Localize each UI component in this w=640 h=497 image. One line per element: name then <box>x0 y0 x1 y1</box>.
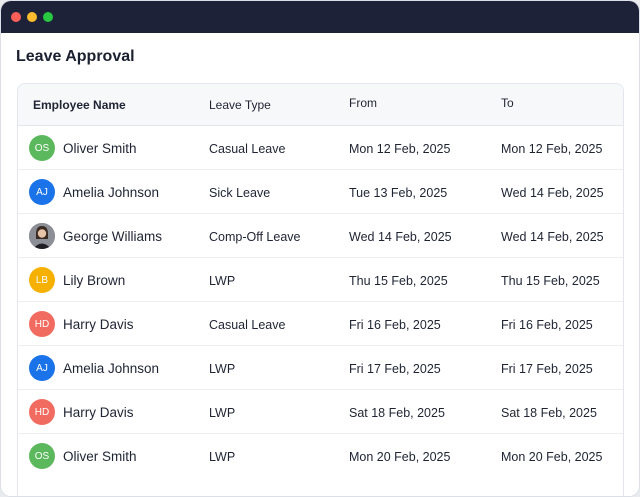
employee-cell: LB Lily Brown <box>29 267 125 293</box>
employee-name: Oliver Smith <box>63 140 137 156</box>
table-row[interactable]: AJ Amelia Johnson Sick Leave Tue 13 Feb, 20… <box>18 170 623 214</box>
from-date-cell: Wed 14 Feb, 2025 <box>349 230 452 244</box>
leave-type-cell: Casual Leave <box>209 142 286 156</box>
to-date-cell: Fri 17 Feb, 2025 <box>501 362 593 376</box>
table-row[interactable]: AJ Amelia Johnson LWP Fri 17 Feb, 2025 Fri 1… <box>18 346 623 390</box>
column-header-employee[interactable]: Employee Name <box>33 98 126 112</box>
avatar: OS <box>29 135 55 161</box>
leave-type-cell: LWP <box>209 406 236 420</box>
employee-name: Harry Davis <box>63 316 134 332</box>
employee-name: George Williams <box>63 228 163 244</box>
employee-cell: HD Harry Davis <box>29 311 134 337</box>
app-window: Leave Approval Employee Name Leave Type … <box>1 1 639 496</box>
from-date-cell: Sat 18 Feb, 2025 <box>349 406 445 420</box>
avatar: OS <box>29 443 55 469</box>
leave-type-cell: LWP <box>209 362 236 376</box>
leave-table: Employee Name Leave Type From To OS Olive… <box>17 83 624 496</box>
table-row[interactable]: OS Oliver Smith LWP Mon 20 Feb, 2025 Mon 20 … <box>18 434 623 478</box>
leave-type-cell: Casual Leave <box>209 318 286 332</box>
leave-type-cell: Sick Leave <box>209 186 271 200</box>
avatar: HD <box>29 399 55 425</box>
to-date-cell: Wed 14 Feb, 2025 <box>501 186 604 200</box>
to-date-cell: Mon 20 Feb, 2025 <box>501 450 603 464</box>
employee-name: Amelia Johnson <box>63 360 160 376</box>
table-row[interactable]: OS Oliver Smith Casual Leave Mon 12 Feb, 20… <box>18 126 623 170</box>
avatar: LB <box>29 267 55 293</box>
table-row[interactable]: George Williams Comp-Off Leave Wed 14 Feb,… <box>18 214 623 258</box>
from-date-cell: Fri 17 Feb, 2025 <box>349 362 441 376</box>
employee-cell: OS Oliver Smith <box>29 135 137 161</box>
table-row[interactable]: LB Lily Brown LWP Thu 15 Feb, 2025 Thu 15 Fe… <box>18 258 623 302</box>
column-header-leave-type[interactable]: Leave Type <box>209 98 271 112</box>
avatar: AJ <box>29 179 55 205</box>
to-date-cell: Thu 15 Feb, 2025 <box>501 274 600 288</box>
from-date-cell: Mon 20 Feb, 2025 <box>349 450 451 464</box>
from-date-cell: Fri 16 Feb, 2025 <box>349 318 441 332</box>
to-date-cell: Mon 12 Feb, 2025 <box>501 142 603 156</box>
main-content: Leave Approval Employee Name Leave Type … <box>1 33 639 496</box>
table-body: OS Oliver Smith Casual Leave Mon 12 Feb, 20… <box>18 126 623 478</box>
leave-type-cell: LWP <box>209 450 236 464</box>
from-date-cell: Tue 13 Feb, 2025 <box>349 186 448 200</box>
from-date-cell: Mon 12 Feb, 2025 <box>349 142 451 156</box>
employee-cell: HD Harry Davis <box>29 399 134 425</box>
avatar: HD <box>29 311 55 337</box>
employee-cell: AJ Amelia Johnson <box>29 355 159 381</box>
column-header-to[interactable]: To <box>501 96 514 110</box>
avatar <box>29 223 55 249</box>
employee-cell: OS Oliver Smith <box>29 443 137 469</box>
page-title: Leave Approval <box>16 48 135 65</box>
employee-name: Lily Brown <box>63 272 126 288</box>
employee-name: Amelia Johnson <box>63 184 160 200</box>
leave-type-cell: Comp-Off Leave <box>209 230 301 244</box>
table-row[interactable]: HD Harry Davis Casual Leave Fri 16 Feb, 202… <box>18 302 623 346</box>
avatar: AJ <box>29 355 55 381</box>
employee-cell: AJ Amelia Johnson <box>29 179 159 205</box>
to-date-cell: Fri 16 Feb, 2025 <box>501 318 593 332</box>
column-header-from[interactable]: From <box>349 96 377 110</box>
to-date-cell: Sat 18 Feb, 2025 <box>501 406 597 420</box>
window-titlebar <box>1 1 639 33</box>
to-date-cell: Wed 14 Feb, 2025 <box>501 230 604 244</box>
table-header: Employee Name Leave Type From To <box>18 84 623 126</box>
leave-type-cell: LWP <box>209 274 236 288</box>
employee-name: Harry Davis <box>63 404 134 420</box>
employee-name: Oliver Smith <box>63 448 137 464</box>
from-date-cell: Thu 15 Feb, 2025 <box>349 274 448 288</box>
close-window-dot[interactable] <box>11 12 21 22</box>
maximize-window-dot[interactable] <box>43 12 53 22</box>
table-row[interactable]: HD Harry Davis LWP Sat 18 Feb, 2025 Sat 18 F… <box>18 390 623 434</box>
minimize-window-dot[interactable] <box>27 12 37 22</box>
employee-cell: George Williams <box>29 223 162 249</box>
